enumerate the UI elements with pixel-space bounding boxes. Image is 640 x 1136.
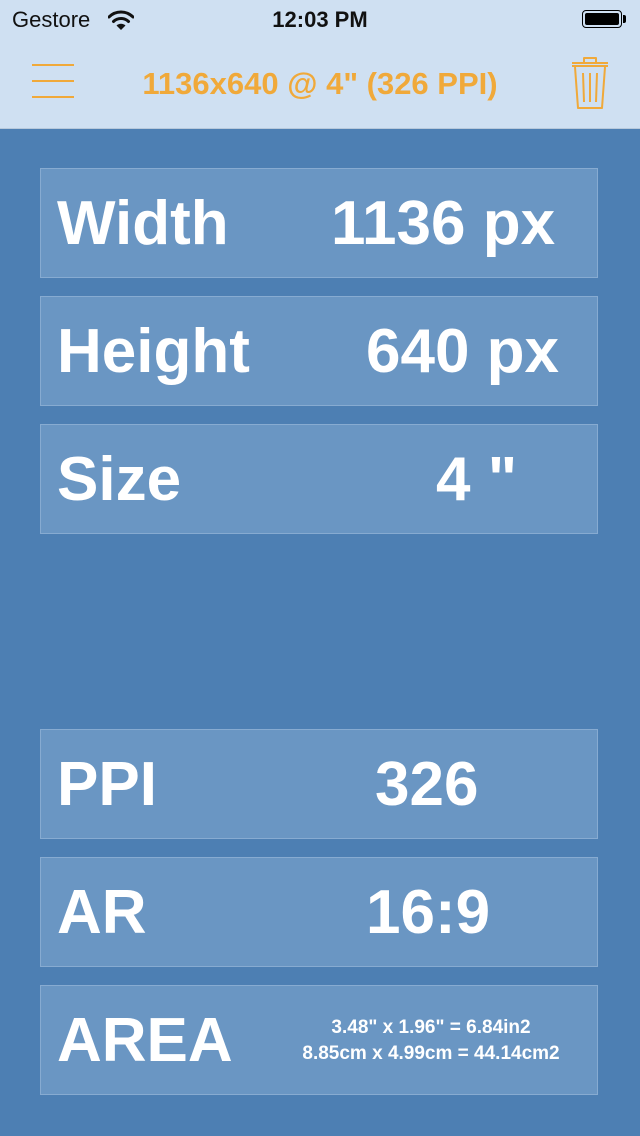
area-row: AREA 3.48" x 1.96" = 6.84in2 8.85cm x 4.… (40, 985, 598, 1095)
ppi-label: PPI (57, 750, 157, 819)
hamburger-menu-icon[interactable] (32, 63, 74, 99)
ppi-row: PPI 326 (40, 729, 598, 839)
height-row[interactable]: Height 640 px (40, 296, 598, 406)
navigation-bar: 1136x640 @ 4" (326 PPI) (0, 40, 640, 128)
size-value[interactable]: 4 " (436, 425, 517, 535)
size-label: Size (57, 445, 182, 514)
area-inches: 3.48" x 1.96" = 6.84in2 (331, 1017, 531, 1038)
status-time: 12:03 PM (272, 7, 368, 32)
status-bar: Gestore 12:03 PM (0, 0, 640, 40)
width-row[interactable]: Width 1136 px (40, 168, 598, 278)
top-bar-background: Gestore 12:03 PM 1136x640 @ 4" (326 PPI) (0, 0, 640, 129)
area-label: AREA (57, 1006, 233, 1075)
height-value[interactable]: 640 px (366, 297, 559, 407)
height-label: Height (57, 317, 250, 386)
area-values: 3.48" x 1.96" = 6.84in2 8.85cm x 4.99cm … (271, 1015, 591, 1067)
aspect-ratio-row: AR 16:9 (40, 857, 598, 967)
width-label: Width (57, 189, 229, 258)
aspect-ratio-label: AR (57, 878, 147, 947)
area-centimeters: 8.85cm x 4.99cm = 44.14cm2 (302, 1043, 560, 1064)
ppi-value: 326 (375, 750, 479, 819)
aspect-ratio-value: 16:9 (366, 878, 491, 947)
width-value[interactable]: 1136 px (331, 169, 555, 279)
size-row[interactable]: Size 4 " (40, 424, 598, 534)
trash-icon[interactable] (570, 56, 610, 110)
page-title: 1136x640 @ 4" (326 PPI) (142, 66, 498, 101)
battery-icon (582, 10, 628, 30)
